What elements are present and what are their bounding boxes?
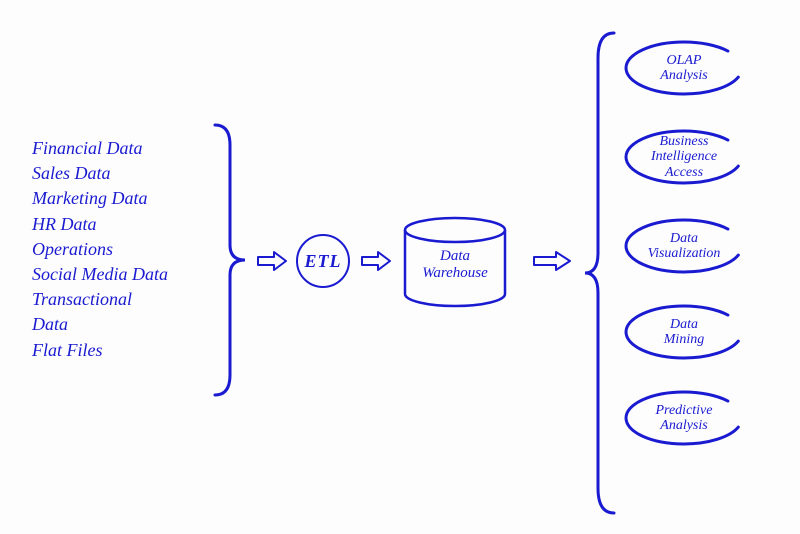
output-line: Access [665,165,703,180]
source-item: HR Data [32,212,212,237]
arrow-icon [256,250,288,272]
data-warehouse-label: Data Warehouse [400,248,510,283]
output-line: Analysis [660,68,707,83]
output-line: Mining [664,332,704,347]
source-item: Social Media Data [32,262,212,287]
output-line: Business [659,134,708,149]
source-item: Sales Data [32,161,212,186]
output-predictive-analysis: Predictive Analysis [620,388,748,448]
etl-node: ETL [296,234,350,288]
output-line: Data [670,317,698,332]
warehouse-line: Data [440,248,470,264]
bracket-left-icon [210,120,250,400]
arrow-icon [532,250,572,272]
source-item: Transactional [32,287,212,312]
warehouse-line: Warehouse [422,265,488,281]
output-business-intelligence: Business Intelligence Access [620,124,748,190]
output-line: Predictive [655,403,712,418]
bracket-right-icon [582,28,618,518]
output-line: Data [670,231,698,246]
etl-label: ETL [305,251,342,272]
source-item: Data [32,312,212,337]
source-item: Marketing Data [32,186,212,211]
output-data-visualization: Data Visualization [620,216,748,276]
output-olap-analysis: OLAP Analysis [620,38,748,98]
source-item: Operations [32,237,212,262]
output-line: Intelligence [651,149,717,164]
output-line: OLAP [666,53,701,68]
output-line: Visualization [648,246,721,261]
source-item: Financial Data [32,136,212,161]
outputs-column: OLAP Analysis Business Intelligence Acce… [620,38,780,448]
output-data-mining: Data Mining [620,302,748,362]
arrow-icon [360,250,392,272]
output-line: Analysis [660,418,707,433]
source-item: Flat Files [32,338,212,363]
data-sources-list: Financial Data Sales Data Marketing Data… [32,136,212,363]
